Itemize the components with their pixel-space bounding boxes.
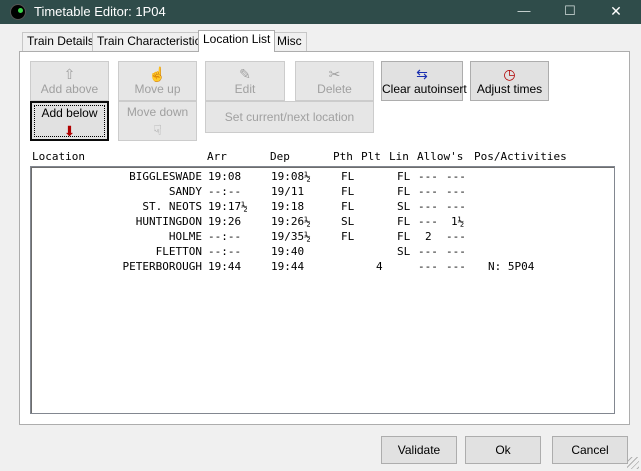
cell-dep: 19:40	[271, 245, 305, 258]
clear-autoinsert-button[interactable]: ⇆ Clear autoinsert	[381, 61, 467, 101]
add-above-button[interactable]: ⇧ Add above	[30, 61, 109, 101]
cell-allow1: ---	[418, 215, 438, 228]
cell-pth: FL	[341, 185, 355, 198]
clear-autoinsert-icon: ⇆	[416, 66, 428, 82]
cell-lin: FL	[397, 185, 411, 198]
cell-lin: FL	[397, 170, 411, 183]
cell-allow1: ---	[418, 260, 438, 273]
validate-button[interactable]: Validate	[381, 436, 457, 464]
cell-location: HUNTINGDON	[135, 215, 202, 228]
up-arrow-icon: ⇧	[63, 66, 76, 82]
cell-dep: 19:44	[271, 260, 305, 273]
cell-pth: FL	[341, 230, 355, 243]
cell-dep: 19/11	[271, 185, 305, 198]
tab-train-characteristics[interactable]: Train Characteristics	[92, 32, 212, 51]
tab-strip: Train Details Train Characteristics Loca…	[0, 30, 641, 52]
cell-arr: 19:26	[208, 215, 242, 228]
cell-location: FLETTON	[155, 245, 202, 258]
cell-allow1: 2	[425, 230, 432, 243]
set-current-next-location-button[interactable]: Set current/next location	[205, 101, 374, 133]
cell-pth: FL	[341, 200, 355, 213]
header-lin: Lin	[389, 150, 409, 163]
cell-arr: --:--	[208, 245, 242, 258]
header-arr: Arr	[207, 150, 227, 163]
delete-button[interactable]: ✂ Delete	[295, 61, 374, 101]
cell-location: ST. NEOTS	[142, 200, 202, 213]
cell-location: PETERBOROUGH	[122, 260, 202, 273]
add-below-button[interactable]: Add below ⬇	[30, 101, 109, 141]
app-icon	[10, 4, 26, 20]
tab-train-details[interactable]: Train Details	[22, 32, 99, 51]
tab-location-list[interactable]: Location List	[198, 30, 276, 52]
table-row[interactable]: FLETTON --:-- 19:40 SL --- ---	[31, 244, 614, 259]
cell-allow1: ---	[418, 185, 438, 198]
move-up-button[interactable]: ☝ Move up	[118, 61, 197, 101]
down-arrow-icon: ⬇	[63, 123, 76, 139]
table-row[interactable]: HUNTINGDON 19:26 19:26½ SL FL --- 1½	[31, 214, 614, 229]
cell-allow2: ---	[446, 260, 466, 273]
edit-button[interactable]: ✎ Edit	[205, 61, 285, 101]
header-pth: Pth	[333, 150, 353, 163]
cell-dep: 19:26½	[271, 215, 311, 228]
clock-icon: ◷	[503, 66, 516, 82]
table-row[interactable]: BIGGLESWADE 19:08 19:08½ FL FL --- ---	[31, 169, 614, 184]
header-allows: Allow's	[417, 150, 464, 163]
cell-arr: --:--	[208, 185, 242, 198]
cell-plt: 4	[376, 260, 383, 273]
cell-allow2: ---	[446, 245, 466, 258]
hand-down-icon: ☟	[153, 122, 162, 138]
cell-dep: 19:18	[271, 200, 305, 213]
delete-icon: ✂	[328, 66, 341, 82]
cell-arr: 19:44	[208, 260, 242, 273]
cell-location: SANDY	[168, 185, 202, 198]
cell-lin: SL	[397, 245, 411, 258]
document-edit-icon: ✎	[239, 66, 251, 82]
cell-lin: SL	[397, 200, 411, 213]
title-bar: Timetable Editor: 1P04 — ☐ ✕	[0, 0, 641, 24]
cell-arr: 19:08	[208, 170, 242, 183]
table-row[interactable]: SANDY --:-- 19/11 FL FL --- ---	[31, 184, 614, 199]
cancel-button[interactable]: Cancel	[552, 436, 628, 464]
location-list[interactable]: BIGGLESWADE 19:08 19:08½ FL FL --- --- S…	[30, 166, 615, 414]
resize-grip[interactable]	[627, 457, 639, 469]
cell-allow1: ---	[418, 170, 438, 183]
cell-allow2: ---	[446, 185, 466, 198]
close-button[interactable]: ✕	[593, 0, 639, 24]
table-row[interactable]: HOLME --:-- 19/35½ FL FL 2 ---	[31, 229, 614, 244]
header-pos-activities: Pos/Activities	[474, 150, 567, 163]
tab-misc[interactable]: Misc	[272, 32, 307, 51]
hand-up-icon: ☝	[148, 66, 167, 82]
cell-location: BIGGLESWADE	[129, 170, 202, 183]
cell-lin: FL	[397, 230, 411, 243]
ok-button[interactable]: Ok	[465, 436, 541, 464]
cell-allow1: ---	[418, 200, 438, 213]
maximize-button[interactable]: ☐	[547, 0, 593, 24]
move-down-button[interactable]: Move down ☟	[118, 101, 197, 141]
cell-pth: FL	[341, 170, 355, 183]
cell-location: HOLME	[168, 230, 202, 243]
table-row[interactable]: ST. NEOTS 19:17½ 19:18 FL SL --- ---	[31, 199, 614, 214]
cell-allow2: ---	[446, 230, 466, 243]
adjust-times-button[interactable]: ◷ Adjust times	[470, 61, 549, 101]
cell-arr: --:--	[208, 230, 242, 243]
cell-arr: 19:17½	[208, 200, 248, 213]
cell-lin: FL	[397, 215, 411, 228]
cell-allow2: ---	[446, 170, 466, 183]
cell-pth: SL	[341, 215, 355, 228]
header-location: Location	[32, 150, 85, 163]
window-title: Timetable Editor: 1P04	[34, 4, 166, 19]
cell-dep: 19:08½	[271, 170, 311, 183]
header-dep: Dep	[270, 150, 290, 163]
cell-pos: N: 5P04	[488, 260, 535, 273]
cell-allow2: 1½	[451, 215, 465, 228]
cell-allow1: ---	[418, 245, 438, 258]
header-plt: Plt	[361, 150, 381, 163]
cell-allow2: ---	[446, 200, 466, 213]
minimize-button[interactable]: —	[501, 0, 547, 24]
table-row[interactable]: PETERBOROUGH 19:44 19:44 4 --- --- N: 5P…	[31, 259, 614, 274]
cell-dep: 19/35½	[271, 230, 311, 243]
